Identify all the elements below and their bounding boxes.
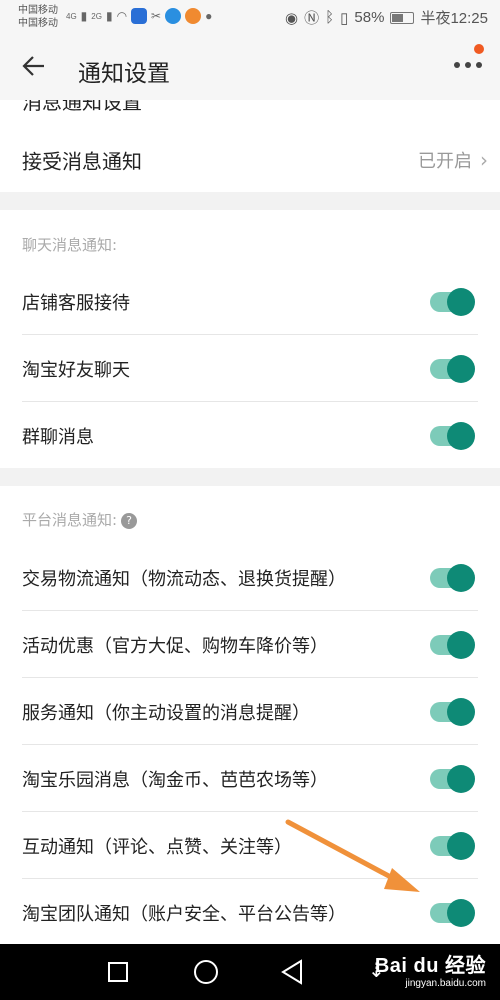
carrier-1: 中国移动: [18, 5, 58, 16]
toggle-switch[interactable]: [430, 697, 475, 726]
setting-label: 互动通知（评论、点赞、关注等）: [22, 836, 292, 858]
toggle-knob: [447, 831, 475, 860]
more-dot: [454, 62, 460, 68]
back-arrow-svg: [22, 56, 44, 76]
toggle-knob: [447, 697, 475, 726]
app-header: 通知设置: [0, 36, 500, 100]
accept-notifications-status: 已开启: [418, 151, 472, 172]
toggle-switch[interactable]: [430, 630, 475, 659]
accept-notifications-row[interactable]: 接受消息通知 已开启 ›: [0, 128, 500, 192]
wifi-icon: ◠: [116, 9, 128, 23]
notification-dot: [474, 44, 484, 54]
recent-apps-icon[interactable]: [108, 962, 128, 982]
signal-icon: ▮: [105, 9, 113, 23]
page-title: 通知设置: [78, 61, 170, 87]
toggle-switch[interactable]: [430, 354, 475, 383]
chat-section-title: 聊天消息通知:: [22, 236, 118, 254]
more-dot: [476, 62, 482, 68]
signal-icon: ▮: [80, 9, 88, 23]
watermark-logo-text: Bai du 经验: [374, 955, 486, 977]
setting-label: 店铺客服接待: [22, 292, 130, 314]
back-arrow-icon[interactable]: [20, 52, 54, 84]
status-bar: 中国移动 中国移动 4G ▮ 2G ▮ ◠ ✂ ● ◉ Ⓝ ᛒ ▯ 58% 半夜…: [0, 0, 500, 36]
home-icon[interactable]: [194, 960, 218, 984]
bluetooth-icon: ᛒ: [325, 9, 335, 26]
app-notification-icon: ✂: [151, 9, 162, 23]
navigation-bar: ⇣ Bai du 经验 jingyan.baidu.com: [0, 944, 500, 1000]
setting-row-shop-service: 店铺客服接待: [0, 268, 500, 335]
toggle-knob: [447, 421, 475, 450]
toggle-knob: [447, 563, 475, 592]
toggle-switch[interactable]: [430, 764, 475, 793]
back-triangle-icon[interactable]: [280, 959, 304, 985]
setting-label: 群聊消息: [22, 426, 94, 448]
app-notification-icon: [185, 8, 202, 24]
clock: 半夜12:25: [420, 10, 488, 27]
setting-label: 服务通知（你主动设置的消息提醒）: [22, 702, 310, 724]
carrier-2: 中国移动: [18, 18, 58, 29]
battery-icon: [390, 11, 415, 24]
toggle-knob: [447, 354, 475, 383]
setting-label: 淘宝好友聊天: [22, 359, 130, 381]
eye-icon: ◉: [285, 9, 299, 27]
chat-notifications-card: 聊天消息通知: 店铺客服接待 淘宝好友聊天 群聊消息: [0, 210, 500, 468]
toggle-switch[interactable]: [430, 421, 475, 450]
app-notification-icon: [131, 8, 148, 24]
more-options-icon[interactable]: [454, 62, 482, 68]
setting-label: 淘宝团队通知（账户安全、平台公告等）: [22, 903, 346, 925]
nfc-icon: Ⓝ: [304, 10, 320, 27]
chevron-right-icon: ›: [480, 148, 488, 172]
battery-percent: 58%: [354, 9, 385, 26]
setting-row-logistics: 交易物流通知（物流动态、退换货提醒）: [0, 544, 500, 611]
platform-section-title: 平台消息通知:?: [22, 509, 138, 530]
battery-fill: [392, 13, 404, 22]
setting-label: 淘宝乐园消息（淘金币、芭芭农场等）: [22, 769, 328, 791]
app-notification-icon: [165, 8, 182, 24]
platform-notifications-card: 平台消息通知:? 交易物流通知（物流动态、退换货提醒） 活动优惠（官方大促、购物…: [0, 486, 500, 946]
toggle-switch[interactable]: [430, 563, 475, 592]
setting-label: 活动优惠（官方大促、购物车降价等）: [22, 635, 328, 657]
platform-section-label: 平台消息通知:: [22, 511, 118, 529]
setting-row-service: 服务通知（你主动设置的消息提醒）: [0, 678, 500, 745]
toggle-switch[interactable]: [430, 831, 475, 860]
setting-row-interaction: 互动通知（评论、点赞、关注等）: [0, 812, 500, 879]
vibrate-icon: ▯: [340, 9, 349, 27]
more-dot: [465, 62, 471, 68]
setting-row-group-chat: 群聊消息: [0, 402, 500, 469]
status-icons-left: 4G ▮ 2G ▮ ◠ ✂ ●: [66, 8, 212, 24]
setting-row-paradise: 淘宝乐园消息（淘金币、芭芭农场等）: [0, 745, 500, 812]
toggle-switch[interactable]: [430, 287, 475, 316]
signal-2-label: 2G: [91, 11, 102, 21]
toggle-knob: [447, 898, 475, 927]
baidu-jingyan-watermark: Bai du 经验 jingyan.baidu.com: [375, 949, 486, 989]
setting-row-team: 淘宝团队通知（账户安全、平台公告等）: [0, 879, 500, 946]
message-icon: ●: [205, 9, 213, 23]
status-icons-right: ◉ Ⓝ ᛒ ▯ 58% 半夜12:25: [285, 7, 488, 28]
accept-notifications-label: 接受消息通知: [22, 149, 142, 174]
toggle-switch[interactable]: [430, 898, 475, 927]
toggle-knob: [447, 630, 475, 659]
setting-label: 交易物流通知（物流动态、退换货提醒）: [22, 568, 346, 590]
carrier-text: 中国移动 中国移动: [18, 4, 58, 30]
toggle-knob: [447, 287, 475, 316]
watermark-url: jingyan.baidu.com: [405, 978, 486, 989]
setting-row-promotions: 活动优惠（官方大促、购物车降价等）: [0, 611, 500, 678]
help-icon[interactable]: ?: [121, 513, 138, 529]
setting-row-friend-chat: 淘宝好友聊天: [0, 335, 500, 402]
toggle-knob: [447, 764, 475, 793]
signal-1-label: 4G: [66, 11, 77, 21]
